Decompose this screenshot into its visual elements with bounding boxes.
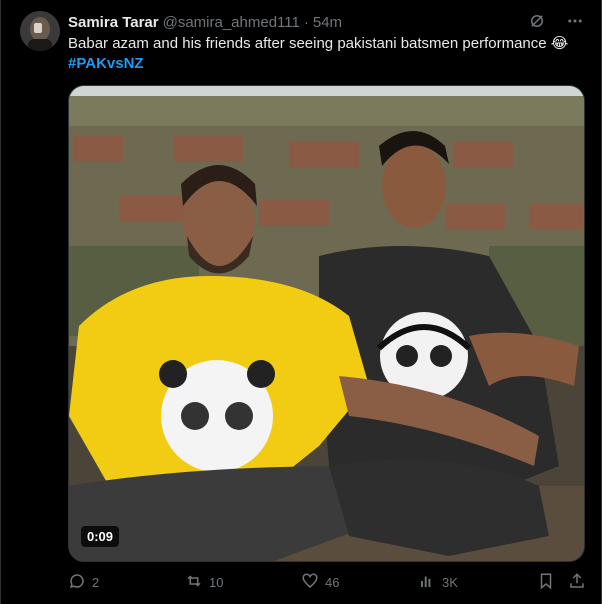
views-icon xyxy=(418,572,436,593)
tweet-text: Babar azam and his friends after seeing … xyxy=(68,34,588,74)
tweet-header: Samira Tarar @samira_ahmed111 · 54m xyxy=(68,12,531,32)
like-button[interactable]: 46 xyxy=(301,572,339,593)
reply-icon xyxy=(68,572,86,593)
repost-button[interactable]: 10 xyxy=(185,572,223,593)
timestamp[interactable]: 54m xyxy=(313,14,342,31)
video-player[interactable]: 0:09 xyxy=(68,85,585,562)
grok-icon[interactable] xyxy=(527,11,547,31)
share-button[interactable] xyxy=(568,572,586,593)
like-icon xyxy=(301,572,319,593)
separator-dot: · xyxy=(303,13,309,31)
user-handle[interactable]: @samira_ahmed111 xyxy=(163,14,300,31)
reply-count: 2 xyxy=(92,575,100,590)
repost-icon xyxy=(185,572,203,593)
hashtag-link[interactable]: #PAKvsNZ xyxy=(68,54,588,74)
more-icon[interactable] xyxy=(565,11,585,31)
reply-button[interactable]: 2 xyxy=(68,572,99,593)
avatar[interactable] xyxy=(20,11,60,51)
display-name[interactable]: Samira Tarar xyxy=(68,14,159,31)
repost-count: 10 xyxy=(209,575,224,590)
share-icon xyxy=(568,572,586,593)
header-actions xyxy=(527,11,585,31)
views-button[interactable]: 3K xyxy=(418,572,458,593)
action-bar: 2 10 46 3K xyxy=(68,572,588,596)
views-count: 3K xyxy=(442,575,458,590)
video-duration: 0:09 xyxy=(81,526,120,547)
bookmark-icon xyxy=(537,572,555,593)
tweet-card[interactable]: Samira Tarar @samira_ahmed111 · 54m Baba… xyxy=(0,0,602,604)
like-count: 46 xyxy=(325,575,340,590)
tweet-body: Babar azam and his friends after seeing … xyxy=(68,35,569,52)
video-thumbnail xyxy=(69,86,584,561)
bookmark-button[interactable] xyxy=(537,572,555,593)
